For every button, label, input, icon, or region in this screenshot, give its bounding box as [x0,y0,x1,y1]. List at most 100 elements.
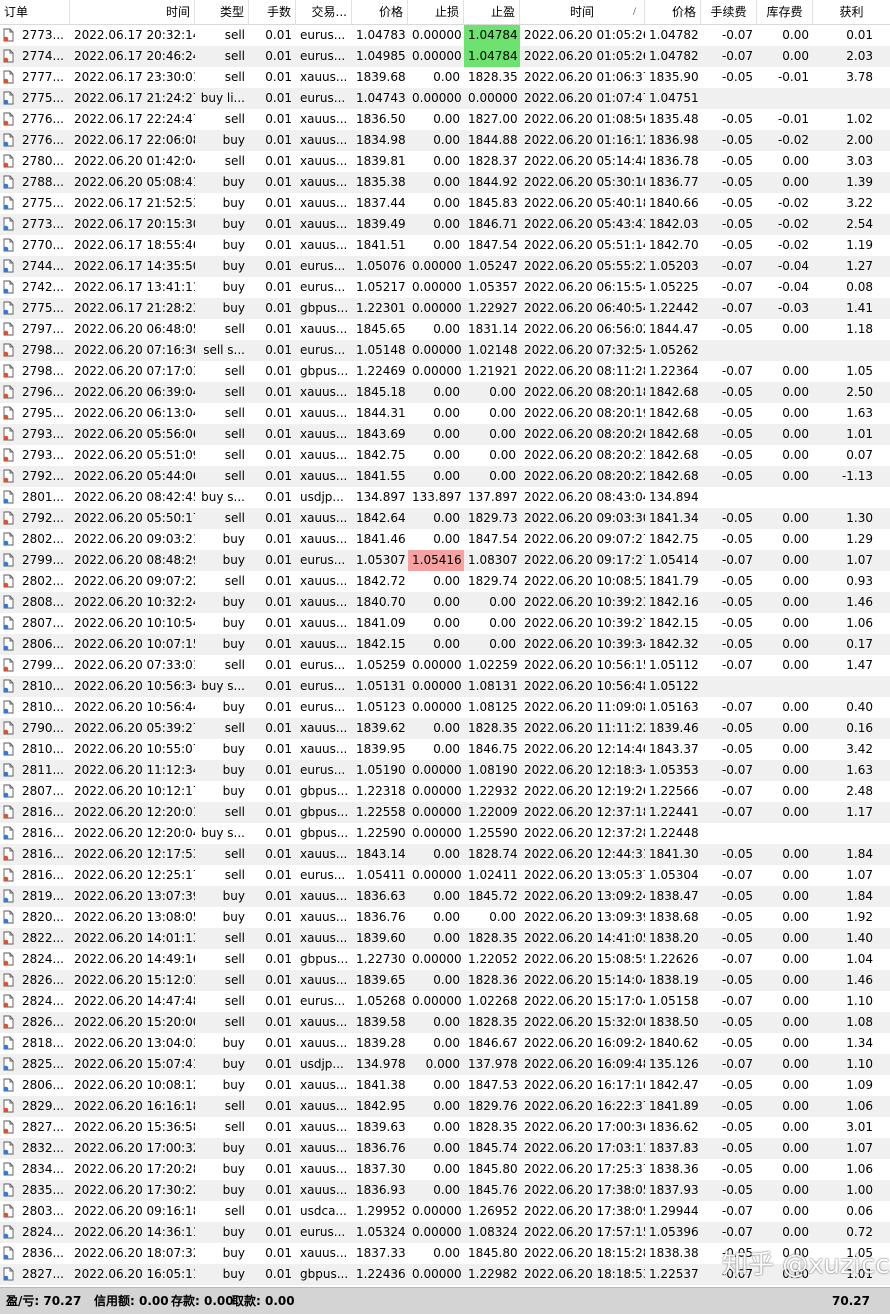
table-row[interactable]: 2799... 2022.06.20 07:33:01 sell 0.01 eurus.… [0,655,890,676]
table-row[interactable]: 2798... 2022.06.20 07:16:30 sell s... 0.01 e… [0,340,890,361]
table-row[interactable]: 2826... 2022.06.20 15:20:00 sell 0.01 xauus.… [0,1012,890,1033]
cell-stop-loss: 0.00000 [412,1225,462,1239]
cell-volume: 0.01 [265,49,292,63]
column-header-close-price[interactable]: 价格 [645,0,701,24]
cell-take-profit: 1829.74 [468,574,518,588]
column-header-type[interactable]: 类型 [195,0,249,24]
cell-profit: 1.39 [846,175,873,189]
table-row[interactable]: 2773... 2022.06.17 20:32:14 sell 0.01 eurus.… [0,25,890,46]
table-row[interactable]: 2811... 2022.06.20 11:12:34 buy 0.01 eurus..… [0,760,890,781]
cell-open-time: 2022.06.20 16:16:18 [74,1099,195,1113]
table-row[interactable]: 2796... 2022.06.20 06:39:04 sell 0.01 xauus.… [0,382,890,403]
table-row[interactable]: 2810... 2022.06.20 10:56:44 buy 0.01 eurus..… [0,697,890,718]
cell-open-price: 1.05148 [356,343,406,357]
table-row[interactable]: 2807... 2022.06.20 10:10:54 buy 0.01 xauus..… [0,613,890,634]
table-row[interactable]: 2790... 2022.06.20 05:39:27 sell 0.01 xauus.… [0,718,890,739]
table-row[interactable]: 2832... 2022.06.20 17:00:32 buy 0.01 xauus..… [0,1138,890,1159]
table-row[interactable]: 2803... 2022.06.20 09:16:18 sell 0.01 usdca.… [0,1201,890,1222]
column-header-close-time[interactable]: 时间 / [520,0,645,24]
column-header-order[interactable]: 订单 [0,0,70,24]
cell-open-price: 1835.38 [356,175,406,189]
cell-open-time: 2022.06.20 05:39:27 [74,721,195,735]
table-row[interactable]: 2776... 2022.06.17 22:24:47 sell 0.01 xauus.… [0,109,890,130]
table-row[interactable]: 2793... 2022.06.20 05:51:09 sell 0.01 xauus.… [0,445,890,466]
column-header-commission[interactable]: 手续费 [701,0,757,24]
table-row[interactable]: 2775... 2022.06.17 21:52:53 buy 0.01 xauus..… [0,193,890,214]
document-icon [3,1015,14,1029]
table-row[interactable]: 2802... 2022.06.20 09:07:22 sell 0.01 xauus.… [0,571,890,592]
cell-type: sell [224,427,245,441]
table-row[interactable]: 2826... 2022.06.20 15:12:01 sell 0.01 xauus.… [0,970,890,991]
table-row[interactable]: 2816... 2022.06.20 12:20:01 sell 0.01 gbpus.… [0,802,890,823]
table-row[interactable]: 2822... 2022.06.20 14:01:13 sell 0.01 xauus.… [0,928,890,949]
table-row[interactable]: 2816... 2022.06.20 12:20:04 buy s... 0.01 gb… [0,823,890,844]
table-row[interactable]: 2808... 2022.06.20 10:32:24 buy 0.01 xauus..… [0,592,890,613]
table-row[interactable]: 2773... 2022.06.17 20:15:30 buy 0.01 xauus..… [0,214,890,235]
cell-symbol: xauus... [300,1120,348,1134]
table-row[interactable]: 2775... 2022.06.17 21:28:23 buy 0.01 gbpus..… [0,298,890,319]
column-header-stop-loss[interactable]: 止损 [408,0,464,24]
document-icon [3,511,14,525]
table-row[interactable]: 2824... 2022.06.20 14:36:11 buy 0.01 eurus..… [0,1222,890,1243]
table-row[interactable]: 2777... 2022.06.17 23:30:01 sell 0.01 xauus.… [0,67,890,88]
table-row[interactable]: 2829... 2022.06.20 16:16:18 sell 0.01 xauus.… [0,1096,890,1117]
table-row[interactable]: 2834... 2022.06.20 17:20:28 buy 0.01 xauus..… [0,1159,890,1180]
column-header-volume[interactable]: 手数 [249,0,296,24]
cell-take-profit: 1828.35 [468,1120,518,1134]
table-row[interactable]: 2797... 2022.06.20 06:48:05 sell 0.01 xauus.… [0,319,890,340]
table-row[interactable]: 2835... 2022.06.20 17:30:22 buy 0.01 xauus..… [0,1180,890,1201]
table-row[interactable]: 2810... 2022.06.20 10:55:07 buy 0.01 xauus..… [0,739,890,760]
table-row[interactable]: 2798... 2022.06.20 07:17:03 sell 0.01 gbpus.… [0,361,890,382]
table-row[interactable]: 2816... 2022.06.20 12:25:17 sell 0.01 eurus.… [0,865,890,886]
table-row[interactable]: 2807... 2022.06.20 10:12:17 buy 0.01 gbpus..… [0,781,890,802]
table-row[interactable]: 2801... 2022.06.20 08:42:45 buy s... 0.01 us… [0,487,890,508]
table-row[interactable]: 2802... 2022.06.20 09:03:21 buy 0.01 xauus..… [0,529,890,550]
table-row[interactable]: 2816... 2022.06.20 12:17:53 sell 0.01 xauus.… [0,844,890,865]
table-row[interactable]: 2774... 2022.06.17 20:46:24 sell 0.01 eurus.… [0,46,890,67]
column-header-profit[interactable]: 获利 [813,0,890,24]
table-row[interactable]: 2742... 2022.06.17 13:41:11 buy 0.01 eurus..… [0,277,890,298]
table-row[interactable]: 2806... 2022.06.20 10:07:15 buy 0.01 xauus..… [0,634,890,655]
cell-stop-loss: 0.00 [433,448,460,462]
table-row[interactable]: 2820... 2022.06.20 13:08:05 buy 0.01 xauus..… [0,907,890,928]
column-header-open-time[interactable]: 时间 [70,0,195,24]
table-row[interactable]: 2818... 2022.06.20 13:04:03 buy 0.01 xauus..… [0,1033,890,1054]
table-row[interactable]: 2776... 2022.06.17 22:06:08 buy 0.01 xauus..… [0,130,890,151]
column-header-swap[interactable]: 库存费 [757,0,813,24]
table-row[interactable]: 2824... 2022.06.20 14:47:48 sell 0.01 eurus.… [0,991,890,1012]
column-header-open-price[interactable]: 价格 [352,0,408,24]
cell-commission: -0.05 [721,721,753,735]
table-row[interactable]: 2775... 2022.06.17 21:24:27 buy li... 0.01 e… [0,88,890,109]
document-icon [3,406,14,420]
cell-commission: -0.05 [721,427,753,441]
table-row[interactable]: 2795... 2022.06.20 06:13:04 sell 0.01 xauus.… [0,403,890,424]
cell-open-price: 1836.50 [356,112,406,126]
cell-open-price: 1.05307 [356,553,406,567]
table-row[interactable]: 2827... 2022.06.20 15:36:58 sell 0.01 xauus.… [0,1117,890,1138]
table-row[interactable]: 2780... 2022.06.20 01:42:04 sell 0.01 xauus.… [0,151,890,172]
table-row[interactable]: 2793... 2022.06.20 05:56:06 sell 0.01 xauus.… [0,424,890,445]
table-row[interactable]: 2824... 2022.06.20 14:49:16 sell 0.01 gbpus.… [0,949,890,970]
cell-order: 2808... [22,595,64,609]
cell-stop-loss: 0.00 [433,574,460,588]
cell-open-time: 2022.06.20 14:47:48 [74,994,195,1008]
column-header-symbol[interactable]: 交易... [296,0,352,24]
table-row[interactable]: 2810... 2022.06.20 10:56:34 buy s... 0.01 eu… [0,676,890,697]
table-row[interactable]: 2792... 2022.06.20 05:44:06 sell 0.01 xauus.… [0,466,890,487]
column-header-take-profit[interactable]: 止盈 [464,0,520,24]
cell-close-price: 1.22566 [649,784,699,798]
table-row[interactable]: 2788... 2022.06.20 05:08:41 buy 0.01 xauus..… [0,172,890,193]
document-icon [3,847,14,861]
table-row[interactable]: 2819... 2022.06.20 13:07:39 buy 0.01 xauus..… [0,886,890,907]
table-row[interactable]: 2744... 2022.06.17 14:35:50 buy 0.01 eurus..… [0,256,890,277]
cell-profit: 1.40 [846,931,873,945]
table-row[interactable]: 2799... 2022.06.20 08:48:29 buy 0.01 eurus..… [0,550,890,571]
table-row[interactable]: 2792... 2022.06.20 05:50:17 sell 0.01 xauus.… [0,508,890,529]
cell-symbol: eurus... [300,553,346,567]
cell-open-time: 2022.06.20 15:20:00 [74,1015,195,1029]
cell-swap: 0.00 [782,1099,809,1113]
table-row[interactable]: 2825... 2022.06.20 15:07:41 buy 0.01 usdjp..… [0,1054,890,1075]
table-row[interactable]: 2770... 2022.06.17 18:55:46 buy 0.01 xauus..… [0,235,890,256]
table-row[interactable]: 2806... 2022.06.20 10:08:12 buy 0.01 xauus..… [0,1075,890,1096]
cell-volume: 0.01 [265,616,292,630]
